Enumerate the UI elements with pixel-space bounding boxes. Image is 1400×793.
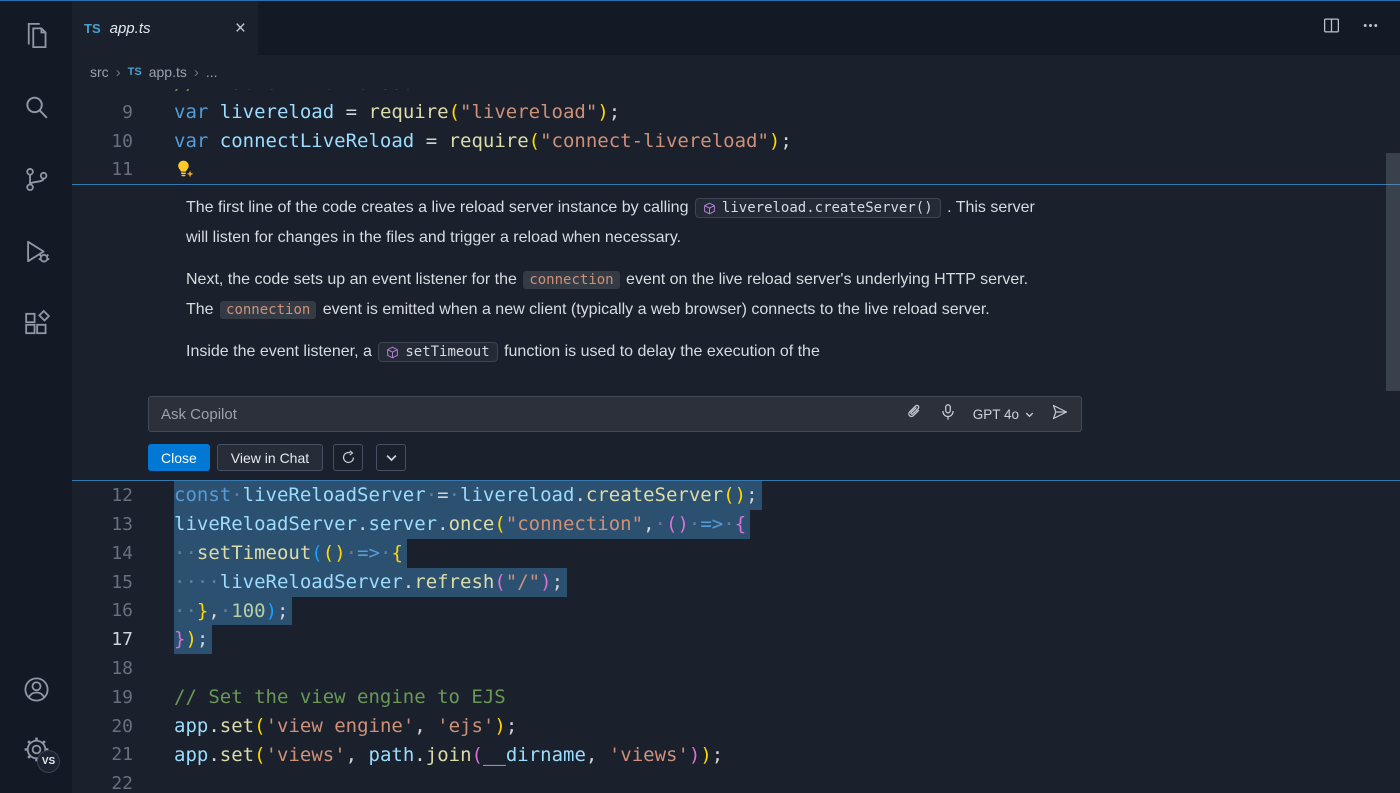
clipped-code-line: // Enable live reload — [72, 89, 1400, 98]
line-number[interactable]: 22 — [72, 773, 133, 793]
breadcrumb-more[interactable]: ... — [206, 64, 218, 80]
model-picker[interactable]: GPT 4o — [973, 407, 1035, 422]
input-actions: GPT 4o — [905, 403, 1069, 426]
selected-code-text: }); — [174, 625, 212, 654]
editor-actions — [1322, 1, 1400, 55]
line-number[interactable]: 12 — [72, 485, 133, 506]
line-number[interactable]: 21 — [72, 744, 133, 765]
code-text: var connectLiveReload = require("connect… — [174, 127, 792, 156]
line-number[interactable]: 15 — [72, 572, 133, 593]
code-line-18[interactable]: 18 — [72, 654, 1400, 683]
breadcrumb: src › TS app.ts › ... — [72, 55, 1400, 89]
vscode-window: VS TS app.ts × src › TS app.ts — [0, 0, 1400, 793]
tab-close-icon[interactable]: × — [235, 19, 246, 38]
code-reference-chip[interactable]: setTimeout — [378, 342, 497, 362]
line-number[interactable]: 14 — [72, 543, 133, 564]
copilot-lightbulb-icon[interactable] — [174, 159, 195, 180]
selected-code-text: ····liveReloadServer.refresh("/"); — [174, 568, 567, 597]
settings-gear-icon[interactable]: VS — [0, 725, 72, 773]
code-line-17[interactable]: 17}); — [72, 625, 1400, 654]
breadcrumb-separator-icon: › — [194, 64, 199, 81]
selected-code-text: const·liveReloadServer·=·livereload.crea… — [174, 481, 762, 510]
line-number[interactable]: 19 — [72, 687, 133, 708]
code-text: app.set('view engine', 'ejs'); — [174, 712, 517, 741]
copilot-paragraph: Inside the event listener, a setTimeout … — [186, 337, 1058, 367]
rerun-request-icon[interactable] — [333, 444, 363, 471]
code-text — [174, 156, 195, 185]
line-number[interactable]: 13 — [72, 514, 133, 535]
extensions-icon[interactable] — [0, 299, 72, 347]
line-number[interactable]: 10 — [72, 131, 133, 152]
run-debug-icon[interactable] — [0, 227, 72, 275]
selected-code-text: ··setTimeout(()·=>·{ — [174, 539, 407, 568]
selected-code-text: ··},·100); — [174, 597, 292, 626]
line-number[interactable]: 16 — [72, 600, 133, 621]
editor-scrollbar[interactable] — [1386, 153, 1400, 391]
code-editor[interactable]: // Enable live reload 9 var livereload = … — [72, 89, 1400, 793]
line-number[interactable]: 11 — [72, 159, 133, 180]
copilot-paragraph: The first line of the code creates a liv… — [186, 193, 1058, 253]
source-control-icon[interactable] — [0, 155, 72, 203]
code-reference-chip[interactable]: livereload.createServer() — [695, 198, 941, 218]
line-number[interactable]: 18 — [72, 658, 133, 679]
code-text: app.set('views', path.join(__dirname, 'v… — [174, 741, 723, 770]
copilot-response: The first line of the code creates a liv… — [72, 193, 1400, 396]
selected-code-text: liveReloadServer.server.once("connection… — [174, 510, 750, 539]
activity-bar: VS — [0, 1, 72, 793]
inline-code-chip: connection — [220, 301, 316, 319]
chevron-down-icon — [1024, 409, 1035, 420]
model-label: GPT 4o — [973, 407, 1019, 422]
code-lines-bottom: 12 const·liveReloadServer·=·livereload.cr… — [72, 481, 1400, 793]
ask-copilot-input[interactable] — [161, 406, 891, 423]
code-line-11[interactable]: 11 — [72, 156, 1400, 185]
typescript-file-icon: TS — [84, 21, 101, 36]
accounts-icon[interactable] — [0, 665, 72, 713]
tab-bar: TS app.ts × — [72, 1, 1400, 55]
code-lines-top: 9 var livereload = require("livereload");… — [72, 98, 1400, 184]
code-text: var livereload = require("livereload"); — [174, 98, 620, 127]
code-line-13[interactable]: 13 liveReloadServer.server.once("connecti… — [72, 510, 1400, 539]
send-icon[interactable] — [1051, 403, 1069, 426]
breadcrumb-separator-icon: › — [116, 64, 121, 81]
microphone-icon[interactable] — [939, 403, 957, 426]
code-line-9[interactable]: 9 var livereload = require("livereload"); — [72, 98, 1400, 127]
copilot-inline-chat: The first line of the code creates a liv… — [72, 184, 1400, 481]
more-actions-icon[interactable] — [1361, 16, 1380, 40]
inline-code-chip: connection — [523, 271, 619, 289]
tab-label: app.ts — [110, 20, 151, 37]
copilot-actions: Close View in Chat — [148, 444, 1400, 471]
activity-bar-top — [0, 11, 72, 371]
attach-paperclip-icon[interactable] — [905, 403, 923, 426]
explorer-icon[interactable] — [0, 11, 72, 59]
code-line-12[interactable]: 12 const·liveReloadServer·=·livereload.cr… — [72, 481, 1400, 510]
copilot-input-bar[interactable]: GPT 4o — [148, 396, 1082, 432]
line-number[interactable]: 17 — [72, 629, 133, 650]
typescript-file-icon: TS — [128, 66, 142, 78]
activity-bar-bottom: VS — [0, 665, 72, 785]
split-editor-icon[interactable] — [1322, 16, 1341, 40]
search-icon[interactable] — [0, 83, 72, 131]
code-line-19[interactable]: 19 // Set the view engine to EJS — [72, 683, 1400, 712]
code-line-21[interactable]: 21 app.set('views', path.join(__dirname, … — [72, 741, 1400, 770]
chevron-down-icon[interactable] — [376, 444, 406, 471]
code-line-22[interactable]: 22 — [72, 769, 1400, 793]
breadcrumb-folder[interactable]: src — [90, 64, 109, 80]
profile-badge[interactable]: VS — [37, 750, 60, 773]
code-line-16[interactable]: 16 ··},·100); — [72, 597, 1400, 626]
code-line-20[interactable]: 20 app.set('view engine', 'ejs'); — [72, 712, 1400, 741]
breadcrumb-file[interactable]: app.ts — [149, 64, 187, 80]
line-number[interactable]: 9 — [72, 102, 133, 123]
close-button[interactable]: Close — [148, 444, 210, 471]
code-text: // Set the view engine to EJS — [174, 683, 506, 712]
view-in-chat-button[interactable]: View in Chat — [217, 444, 323, 471]
tab-app-ts[interactable]: TS app.ts × — [72, 1, 258, 55]
code-line-10[interactable]: 10 var connectLiveReload = require("conne… — [72, 127, 1400, 156]
code-line-14[interactable]: 14 ··setTimeout(()·=>·{ — [72, 539, 1400, 568]
line-number[interactable]: 20 — [72, 716, 133, 737]
copilot-paragraph: Next, the code sets up an event listener… — [186, 265, 1058, 325]
code-line-15[interactable]: 15 ····liveReloadServer.refresh("/"); — [72, 568, 1400, 597]
